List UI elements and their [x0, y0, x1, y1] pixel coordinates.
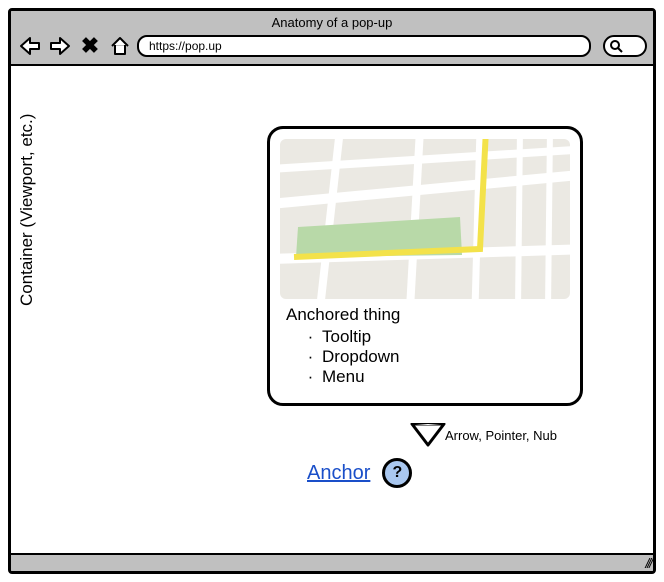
list-item: Menu	[318, 367, 564, 387]
stop-button[interactable]: ✖	[77, 34, 103, 58]
forward-button[interactable]	[47, 34, 73, 58]
arrow-left-icon	[19, 36, 41, 56]
list-item: Tooltip	[318, 327, 564, 347]
map-image	[280, 139, 570, 299]
search-field[interactable]	[603, 35, 647, 57]
arrow-right-icon	[49, 36, 71, 56]
container-label: Container (Viewport, etc.)	[17, 114, 37, 306]
x-icon: ✖	[81, 33, 99, 59]
home-icon	[109, 36, 131, 56]
popup: Anchored thing Tooltip Dropdown Menu	[267, 126, 583, 406]
url-field[interactable]: https://pop.up	[137, 35, 591, 57]
nub-label: Arrow, Pointer, Nub	[445, 428, 557, 443]
popup-list: Tooltip Dropdown Menu	[286, 327, 564, 387]
browser-chrome-top: Anatomy of a pop-up ✖ https://pop.up	[11, 11, 653, 66]
popup-title: Anchored thing	[286, 305, 564, 325]
search-icon	[609, 39, 623, 53]
list-item: Dropdown	[318, 347, 564, 367]
home-button[interactable]	[107, 34, 133, 58]
anchor-link[interactable]: Anchor	[307, 462, 370, 485]
pointer-icon	[410, 423, 446, 447]
resize-grip-icon[interactable]: ///	[645, 555, 651, 571]
viewport: Container (Viewport, etc.)	[11, 66, 653, 558]
help-badge[interactable]: ?	[382, 458, 412, 488]
url-text: https://pop.up	[149, 39, 222, 53]
browser-window: Anatomy of a pop-up ✖ https://pop.up Con…	[8, 8, 656, 574]
question-icon: ?	[392, 464, 402, 482]
browser-chrome-bottom: ///	[11, 553, 653, 571]
popup-body: Anchored thing Tooltip Dropdown Menu	[280, 299, 570, 393]
anchor-row: Anchor ?	[307, 458, 412, 488]
browser-toolbar: ✖ https://pop.up	[17, 34, 647, 58]
window-title: Anatomy of a pop-up	[17, 13, 647, 34]
back-button[interactable]	[17, 34, 43, 58]
